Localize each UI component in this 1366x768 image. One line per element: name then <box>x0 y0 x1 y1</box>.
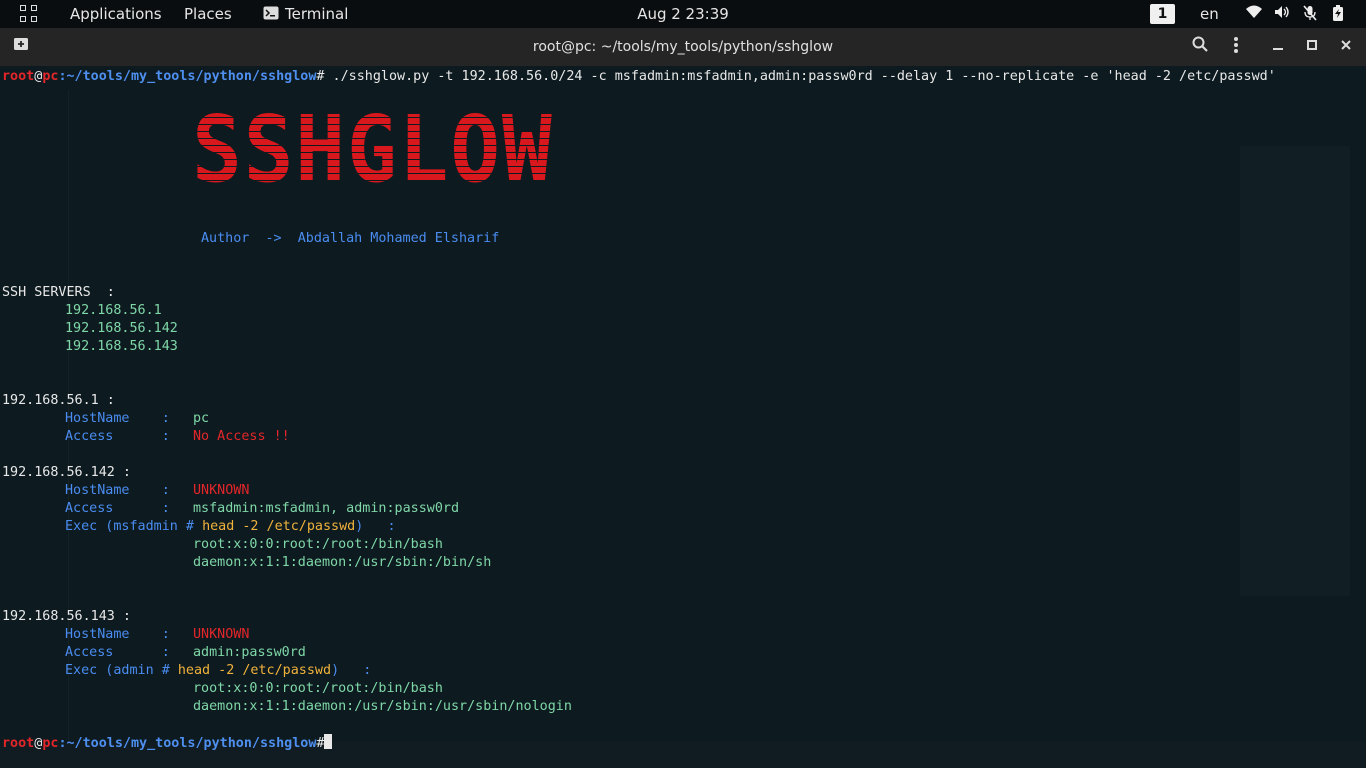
author-name: Abdallah Mohamed Elsharif <box>297 231 500 246</box>
prompt-line[interactable]: root@pc:~/tools/my_tools/python/sshglow# <box>2 734 333 753</box>
terminal-titlebar[interactable]: root@pc: ~/tools/my_tools/python/sshglow <box>0 28 1366 66</box>
hostname-label: HostName : <box>65 483 170 498</box>
keyboard-layout[interactable]: en <box>1200 5 1219 23</box>
close-icon[interactable] <box>1333 36 1359 58</box>
terminal-output[interactable]: root@pc:~/tools/my_tools/python/sshglow#… <box>0 66 1366 768</box>
prompt-user: root <box>2 69 35 84</box>
exec-output-line: root:x:0:0:root:/root:/bin/bash <box>193 537 443 552</box>
host-ip: 192.168.56.143 : <box>2 609 131 624</box>
wifi-icon[interactable] <box>1246 5 1262 21</box>
microphone-muted-icon[interactable] <box>1302 5 1318 21</box>
battery-icon[interactable] <box>1330 5 1346 21</box>
command-text: ./sshglow.py -t 192.168.56.0/24 -c msfad… <box>324 69 1276 84</box>
exec-command: head -2 /etc/passwd <box>202 519 356 534</box>
exec-output-line: root:x:0:0:root:/root:/bin/bash <box>193 681 443 696</box>
hostname-value: pc <box>193 411 210 426</box>
exec-suffix: ) : <box>331 663 372 678</box>
exec-line: Exec (msfadmin # head -2 /etc/passwd) : <box>65 518 396 536</box>
terminal-app-menu[interactable]: Terminal <box>285 5 348 23</box>
hostname-label: HostName : <box>65 627 170 642</box>
prompt-user: root <box>2 736 35 751</box>
prompt-path: :~/tools/my_tools/python/sshglow <box>58 736 317 751</box>
exec-line: Exec (admin # head -2 /etc/passwd) : <box>65 662 371 680</box>
exec-command: head -2 /etc/passwd <box>177 663 332 678</box>
server-item: 192.168.56.1 <box>65 303 162 318</box>
prompt-host: pc <box>42 69 59 84</box>
exec-prefix: Exec (admin # <box>65 663 178 678</box>
server-item: 192.168.56.142 <box>65 321 178 336</box>
sshglow-logo: SSHGLOW <box>192 104 672 196</box>
app-grid-icon[interactable] <box>20 5 38 23</box>
access-value: admin:passw0rd <box>193 645 306 660</box>
prompt-path: :~/tools/my_tools/python/sshglow <box>58 69 317 84</box>
volume-icon[interactable] <box>1274 5 1290 21</box>
text-cursor <box>324 734 333 749</box>
logo-text: SSHGLOW <box>192 96 554 203</box>
places-menu[interactable]: Places <box>184 5 232 23</box>
applications-menu[interactable]: Applications <box>70 5 162 23</box>
host-ip: 192.168.56.1 : <box>2 393 115 408</box>
hostname-label: HostName : <box>65 411 170 426</box>
host-ip: 192.168.56.142 : <box>2 465 131 480</box>
command-line: root@pc:~/tools/my_tools/python/sshglow#… <box>2 68 1276 86</box>
maximize-icon[interactable] <box>1299 36 1325 58</box>
access-value: msfadmin:msfadmin, admin:passw0rd <box>193 501 460 516</box>
author-label: Author -> <box>201 231 282 246</box>
exec-suffix: ) : <box>355 519 396 534</box>
menu-icon[interactable] <box>1223 36 1249 58</box>
workspace-indicator[interactable]: 1 <box>1150 4 1175 24</box>
exec-output-line: daemon:x:1:1:daemon:/usr/sbin:/usr/sbin/… <box>193 699 572 714</box>
access-label: Access : <box>65 501 170 516</box>
exec-output-line: daemon:x:1:1:daemon:/usr/sbin:/bin/sh <box>193 555 492 570</box>
prompt-host: pc <box>42 736 59 751</box>
window-title: root@pc: ~/tools/my_tools/python/sshglow <box>532 39 834 55</box>
terminal-app-icon[interactable] <box>263 5 279 23</box>
minimize-icon[interactable] <box>1265 36 1291 58</box>
server-item: 192.168.56.143 <box>65 339 178 354</box>
search-icon[interactable] <box>1187 36 1213 58</box>
access-value: No Access !! <box>193 429 290 444</box>
servers-heading: SSH SERVERS : <box>2 285 115 300</box>
hostname-value: UNKNOWN <box>193 483 250 498</box>
top-panel: Applications Places Terminal Aug 2 23:39… <box>0 0 1366 28</box>
author-line: Author -> Abdallah Mohamed Elsharif <box>201 230 499 248</box>
exec-prefix: Exec (msfadmin # <box>65 519 203 534</box>
access-label: Access : <box>65 645 170 660</box>
hostname-value: UNKNOWN <box>193 627 250 642</box>
access-label: Access : <box>65 429 170 444</box>
prompt-symbol: # <box>316 736 325 751</box>
